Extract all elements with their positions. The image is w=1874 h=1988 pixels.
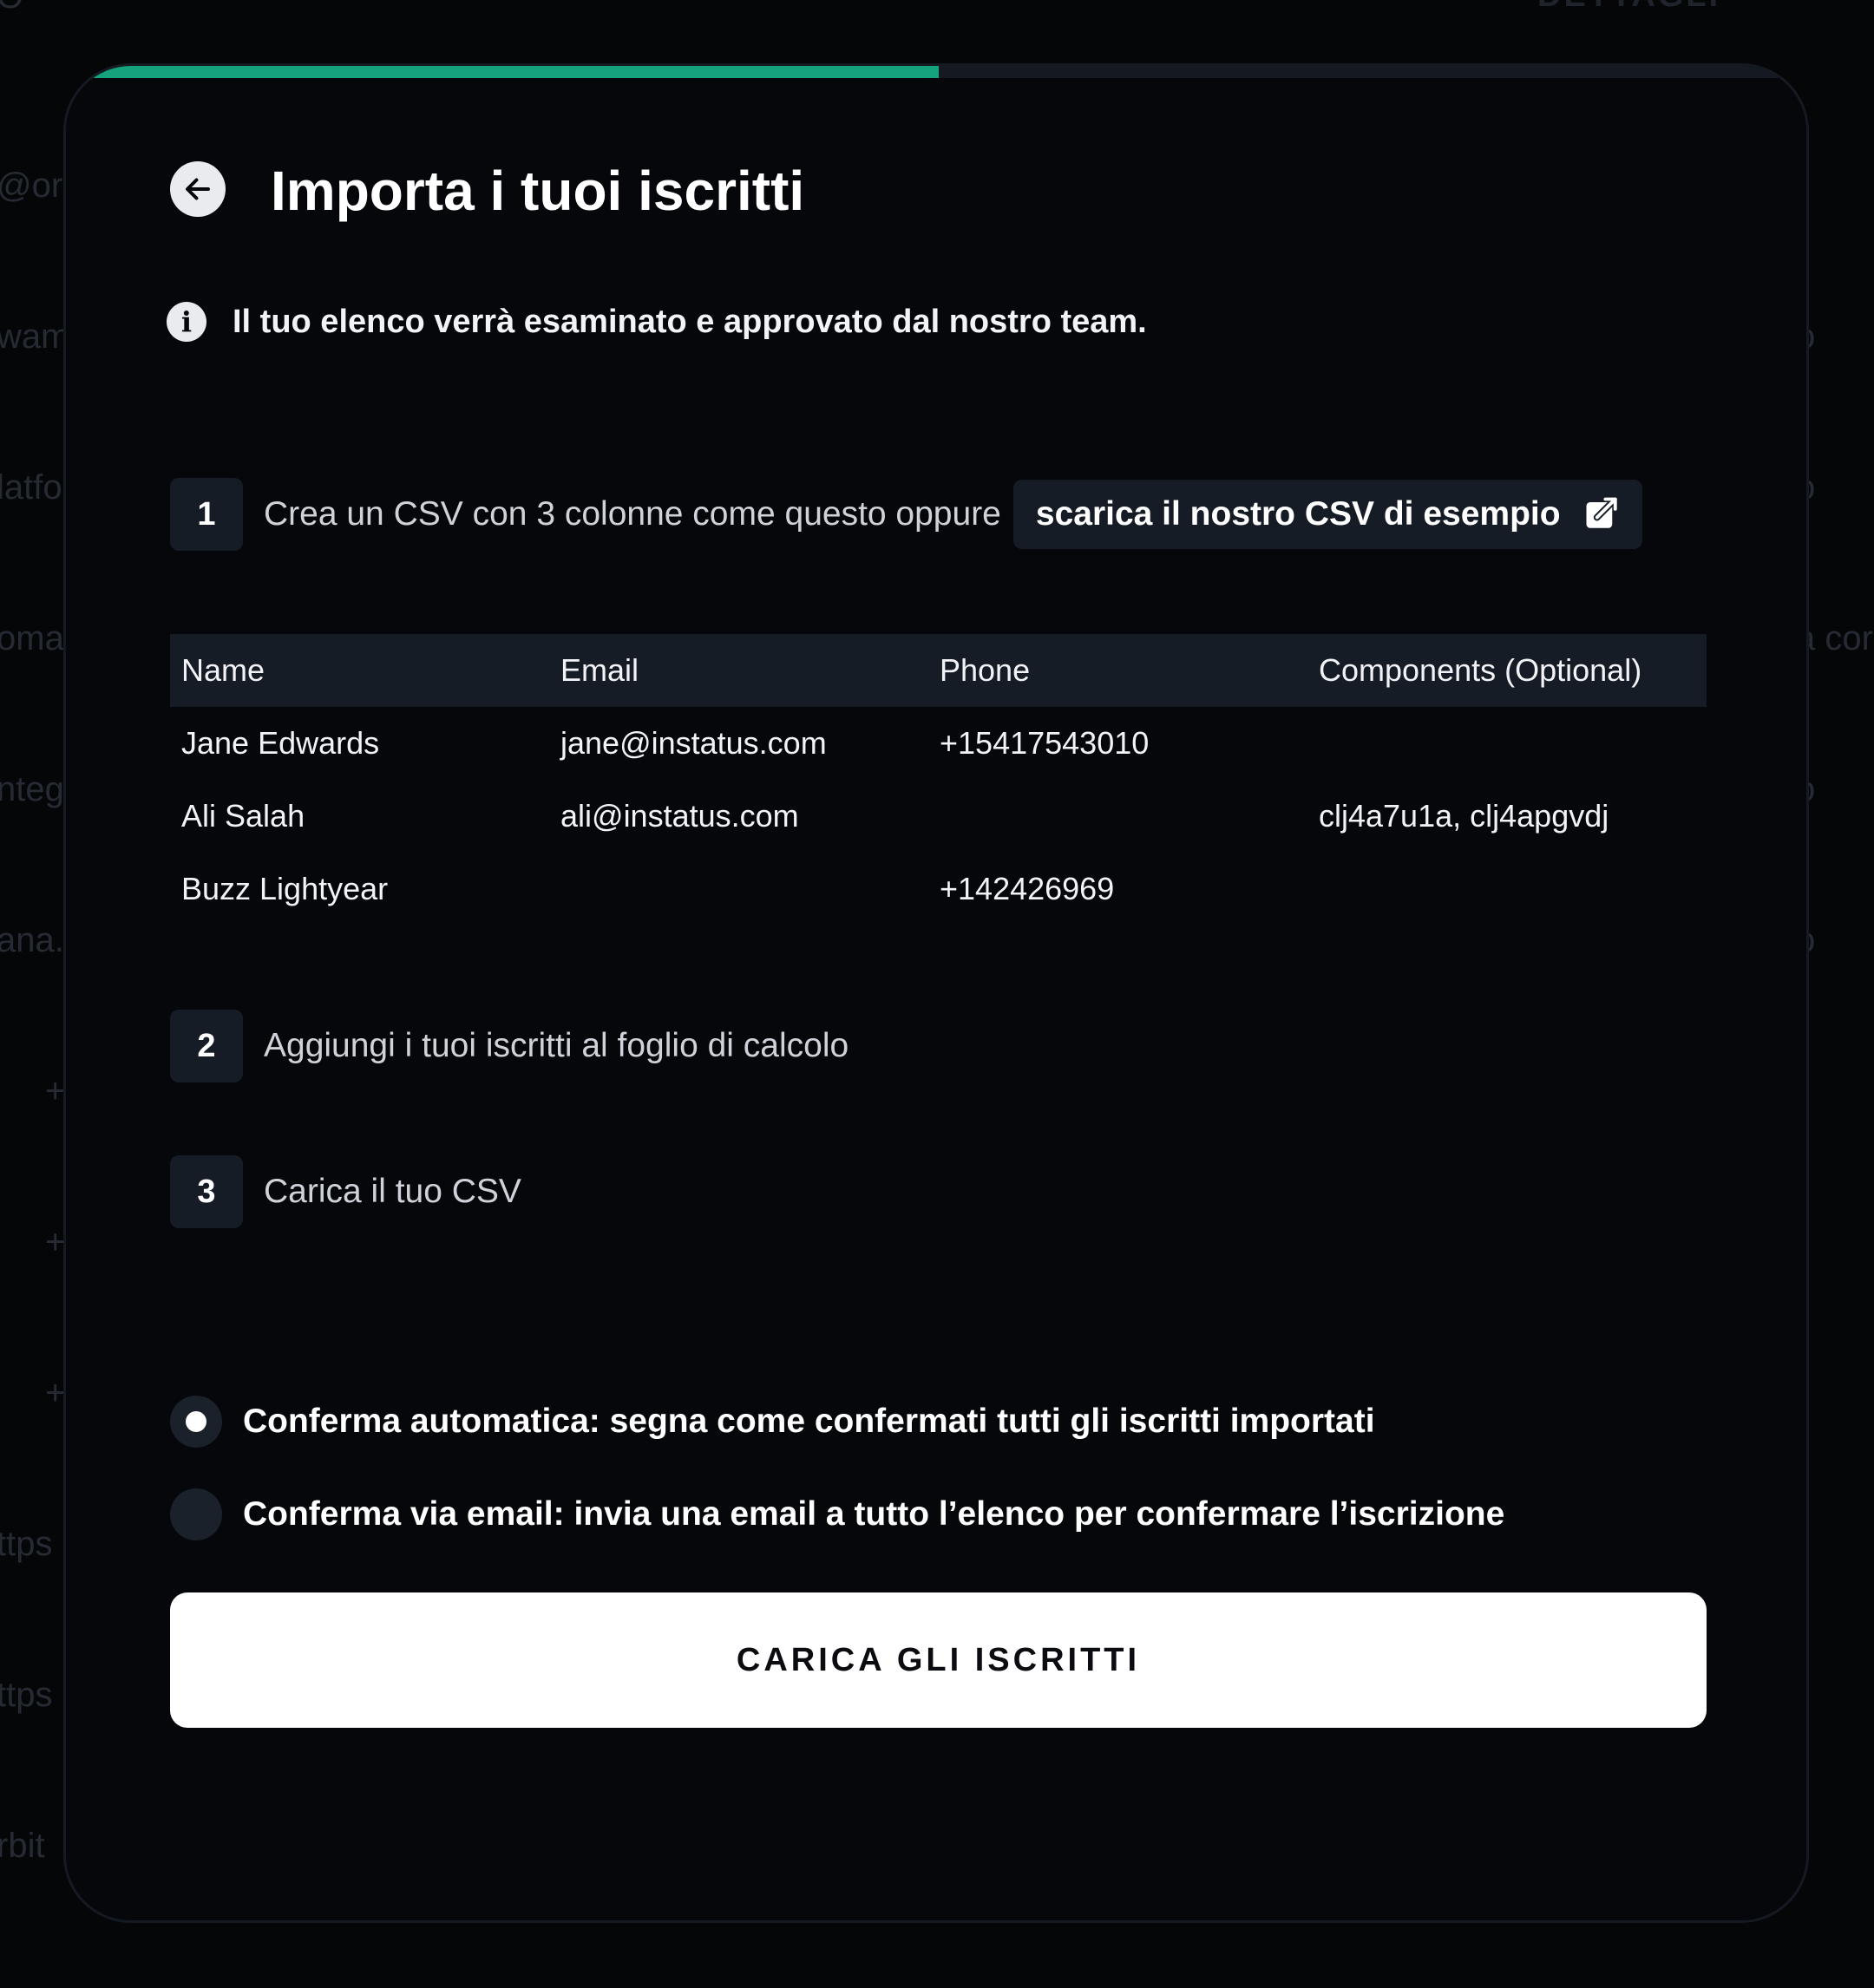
table-cell <box>1307 853 1707 925</box>
table-row: Jane Edwards jane@instatus.com +15417543… <box>170 707 1707 780</box>
info-icon: i <box>167 302 206 342</box>
step-text: Crea un CSV con 3 colonne come questo op… <box>264 495 1001 533</box>
background-fragment: rbit <box>0 1827 45 1865</box>
progress-bar <box>92 66 1786 78</box>
step-number: 3 <box>170 1155 243 1228</box>
radio-selected-dot <box>186 1411 206 1432</box>
step-number: 1 <box>170 478 243 551</box>
page-title: Importa i tuoi iscritti <box>271 160 805 222</box>
table-cell <box>928 780 1307 853</box>
step-1: 1 Crea un CSV con 3 colonne come questo … <box>170 478 1642 551</box>
email-confirm-radio[interactable] <box>170 1488 222 1540</box>
background-fragment: + <box>45 1374 66 1412</box>
column-header-name: Name <box>181 652 265 688</box>
auto-confirm-label[interactable]: Conferma automatica: segna come conferma… <box>243 1403 1375 1441</box>
background-fragment: + <box>45 1072 66 1110</box>
step-number: 2 <box>170 1010 243 1082</box>
step-text: Aggiungi i tuoi iscritti al foglio di ca… <box>264 1027 849 1064</box>
email-confirm-option[interactable]: Conferma via email: invia una email a tu… <box>170 1488 1504 1540</box>
step-3: 3 Carica il tuo CSV <box>170 1155 521 1228</box>
download-link-label: scarica il nostro CSV di esempio <box>1035 495 1561 533</box>
table-cell <box>1307 707 1707 780</box>
background-fragment: O <box>0 0 23 16</box>
background-fragment: wam <box>0 317 70 356</box>
column-header-components: Components (Optional) <box>1319 652 1642 688</box>
background-fragment: nteg <box>0 770 64 808</box>
table-cell: jane@instatus.com <box>560 725 827 761</box>
step-2: 2 Aggiungi i tuoi iscritti al foglio di … <box>170 1010 849 1082</box>
info-notice: i Il tuo elenco verrà esaminato e approv… <box>167 302 1147 342</box>
table-cell: Jane Edwards <box>181 725 380 761</box>
auto-confirm-option[interactable]: Conferma automatica: segna come conferma… <box>170 1396 1375 1448</box>
table-cell <box>549 853 928 925</box>
arrow-left-icon <box>182 173 213 205</box>
progress-bar-fill <box>92 66 939 78</box>
column-header-phone: Phone <box>940 652 1031 688</box>
table-cell: +15417543010 <box>940 725 1150 761</box>
table-row: Buzz Lightyear +142426969 <box>170 853 1707 925</box>
background-title: DETTAGLI <box>1537 0 1720 15</box>
external-link-icon <box>1583 496 1620 533</box>
download-sample-csv-link[interactable]: scarica il nostro CSV di esempio <box>1012 480 1642 549</box>
import-subscribers-modal: Importa i tuoi iscritti i Il tuo elenco … <box>63 63 1809 1923</box>
column-header-email: Email <box>560 652 639 688</box>
background-fragment: oma <box>0 619 64 657</box>
table-cell: +142426969 <box>940 871 1115 906</box>
info-text: Il tuo elenco verrà esaminato e approvat… <box>233 303 1147 340</box>
background-fragment: ttps <box>0 1525 53 1563</box>
auto-confirm-radio[interactable] <box>170 1396 222 1448</box>
back-button[interactable] <box>170 161 226 217</box>
table-cell: ali@instatus.com <box>560 798 799 834</box>
background-fragment: ttps <box>0 1676 53 1714</box>
background-fragment: ana. <box>0 921 64 959</box>
email-confirm-label[interactable]: Conferma via email: invia una email a tu… <box>243 1495 1504 1534</box>
table-cell: clj4a7u1a, clj4apgvdj <box>1319 798 1609 834</box>
background-fragment: latfo <box>0 468 62 507</box>
table-cell: Buzz Lightyear <box>181 871 389 906</box>
csv-example-table: Name Email Phone Components (Optional) J… <box>170 634 1707 925</box>
table-row: Ali Salah ali@instatus.com clj4a7u1a, cl… <box>170 780 1707 853</box>
background-fragment: + <box>45 1223 66 1261</box>
table-header-row: Name Email Phone Components (Optional) <box>170 634 1707 707</box>
upload-subscribers-button[interactable]: CARICA GLI ISCRITTI <box>170 1592 1707 1728</box>
table-cell: Ali Salah <box>181 798 305 834</box>
step-text: Carica il tuo CSV <box>264 1173 521 1210</box>
